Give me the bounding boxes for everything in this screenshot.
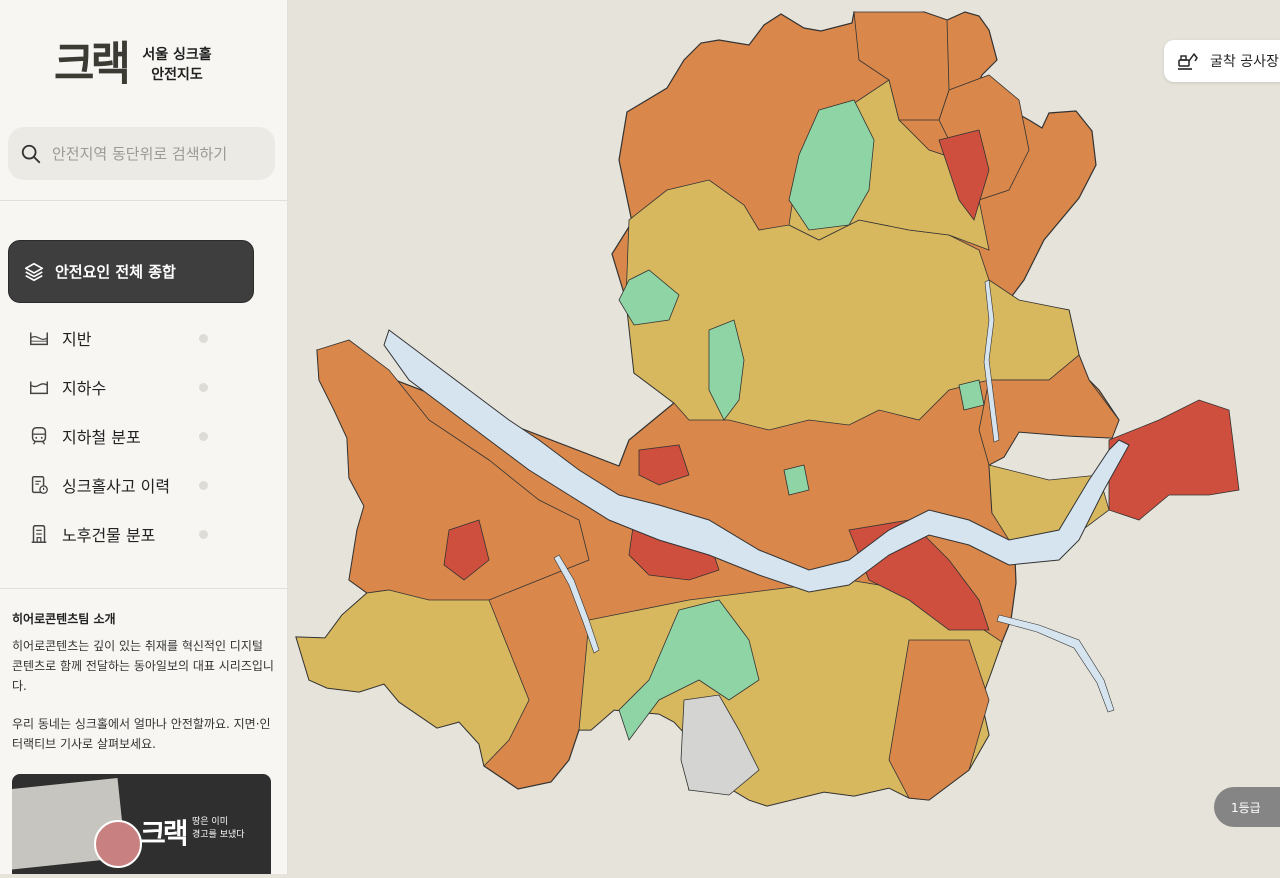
brand-title-line2: 안전지도 bbox=[151, 67, 203, 83]
promo-banner[interactable]: 크랙 땅은 이미 경고를 보냈다 bbox=[12, 774, 271, 874]
district-far-east-red bbox=[1108, 399, 1240, 521]
map-svg[interactable] bbox=[289, 0, 1280, 874]
menu-label: 노후건물 분포 bbox=[62, 526, 156, 545]
intro-paragraph: 히어로콘텐츠는 깊이 있는 취재를 혁신적인 디지털 콘텐츠로 함께 전달하는 … bbox=[12, 639, 274, 693]
district-green-small bbox=[958, 379, 985, 411]
incident-history-icon bbox=[31, 476, 48, 494]
tancheon-stream bbox=[996, 614, 1115, 713]
status-dot bbox=[199, 530, 208, 539]
building-icon bbox=[31, 525, 47, 543]
promo-tagline: 땅은 이미 경고를 보냈다 bbox=[192, 816, 245, 842]
menu-label: 지하수 bbox=[62, 379, 107, 398]
status-dot bbox=[199, 383, 208, 392]
status-dot bbox=[199, 432, 208, 441]
intro-paragraph: 우리 동네는 싱크홀에서 얼마나 안전할까요. 지면·인터랙티브 기사로 살펴보… bbox=[12, 717, 271, 751]
promo-thumbnail bbox=[94, 820, 142, 868]
divider bbox=[0, 588, 288, 589]
subway-icon bbox=[31, 427, 47, 445]
district-southwest-yellow bbox=[295, 589, 530, 767]
menu-label: 지하철 분포 bbox=[62, 428, 141, 447]
status-dot bbox=[199, 334, 208, 343]
seoul-map[interactable] bbox=[289, 0, 1280, 874]
overall-safety-label: 안전요인 전체 종합 bbox=[55, 263, 176, 281]
search-icon bbox=[21, 144, 41, 163]
ground-icon bbox=[30, 332, 48, 346]
promo-line1: 땅은 이미 bbox=[192, 817, 228, 827]
intro-title: 히어로콘텐츠팀 소개 bbox=[12, 612, 116, 626]
search-box[interactable] bbox=[8, 127, 275, 180]
brand-title-line1: 서울 싱크홀 bbox=[142, 47, 212, 63]
menu-item-old-buildings[interactable]: 노후건물 분포 bbox=[0, 514, 260, 554]
menu-item-sinkhole-history[interactable]: 싱크홀사고 이력 bbox=[0, 465, 260, 505]
grade-label: 1등급 bbox=[1231, 800, 1261, 815]
construction-site-label: 굴착 공사장 bbox=[1210, 54, 1279, 70]
groundwater-icon bbox=[30, 381, 48, 395]
brand-title: 서울 싱크홀 안전지도 bbox=[139, 45, 215, 85]
overall-safety-button[interactable]: 안전요인 전체 종합 bbox=[8, 240, 254, 303]
layers-icon bbox=[24, 262, 44, 281]
promo-line2: 경고를 보냈다 bbox=[192, 830, 245, 840]
menu-item-subway[interactable]: 지하철 분포 bbox=[0, 416, 260, 456]
district-green-mid bbox=[783, 464, 810, 496]
menu-item-groundwater[interactable]: 지하수 bbox=[0, 367, 260, 407]
sidebar: 크랙 서울 싱크홀 안전지도 안전요인 전체 종합 지반 bbox=[0, 0, 288, 874]
menu-label: 지반 bbox=[62, 330, 92, 349]
brand[interactable]: 크랙 서울 싱크홀 안전지도 bbox=[54, 37, 215, 92]
construction-site-button[interactable]: 굴착 공사장 bbox=[1164, 40, 1280, 82]
status-dot bbox=[199, 481, 208, 490]
crack-logo: 크랙 bbox=[54, 37, 131, 92]
menu-item-ground[interactable]: 지반 bbox=[0, 318, 260, 358]
excavator-icon bbox=[1178, 53, 1198, 70]
grade-legend-button[interactable]: 1등급 bbox=[1214, 787, 1280, 827]
search-input[interactable] bbox=[50, 143, 264, 164]
divider bbox=[0, 200, 288, 201]
menu-label: 싱크홀사고 이력 bbox=[62, 477, 171, 496]
promo-logo: 크랙 bbox=[140, 817, 189, 850]
